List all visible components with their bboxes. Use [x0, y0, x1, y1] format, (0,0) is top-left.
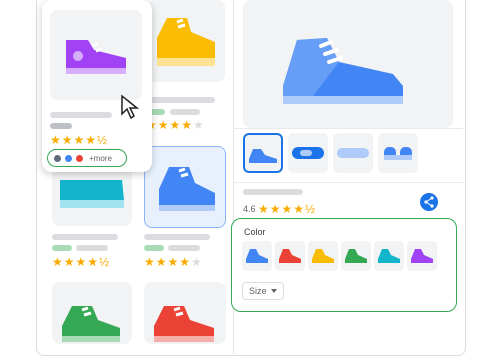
color-option-teal[interactable] — [374, 241, 404, 271]
size-label: Size — [249, 286, 267, 296]
thumbnail-side-view[interactable] — [243, 133, 283, 173]
card-price-placeholder — [52, 245, 72, 251]
product-title-placeholder — [243, 189, 303, 195]
share-button[interactable] — [420, 193, 438, 211]
shoe-icon — [345, 249, 367, 263]
share-icon — [424, 196, 434, 208]
shoe-icon — [283, 38, 403, 104]
color-option-blue[interactable] — [242, 241, 272, 271]
swatch-gray[interactable] — [54, 154, 61, 162]
shoe-icon — [60, 180, 124, 208]
rating-stars: ★★★★★ — [146, 118, 205, 132]
card-title-placeholder — [52, 234, 118, 240]
chevron-down-icon — [271, 289, 277, 293]
thumbnail-sole-view[interactable] — [333, 133, 373, 173]
card-subtitle-placeholder — [170, 109, 200, 115]
shoe-icon — [384, 147, 412, 160]
color-option-yellow[interactable] — [308, 241, 338, 271]
thumbnail-back-view[interactable] — [378, 133, 418, 173]
color-option-purple[interactable] — [407, 241, 437, 271]
card-price-placeholder — [144, 245, 164, 251]
shoe-icon — [159, 167, 215, 211]
card-title-placeholder — [144, 234, 210, 240]
card-title-placeholder — [147, 97, 215, 103]
shoe-icon — [279, 249, 301, 263]
product-card-yellow[interactable] — [147, 0, 225, 82]
product-card-teal[interactable] — [52, 170, 132, 226]
color-selection-panel: Color Size — [231, 218, 457, 312]
shoe-icon — [411, 249, 433, 263]
color-swatch-pill[interactable]: +more — [47, 149, 127, 167]
thumbnail-top-view[interactable] — [288, 133, 328, 173]
color-option-green[interactable] — [341, 241, 371, 271]
shoe-icon — [292, 147, 324, 159]
swatch-blue[interactable] — [65, 154, 72, 162]
shoe-icon — [337, 148, 369, 158]
product-image-purple — [50, 10, 142, 100]
size-dropdown[interactable]: Size — [242, 282, 284, 300]
shoe-icon — [249, 149, 277, 163]
section-divider — [233, 128, 463, 129]
product-card-green[interactable] — [52, 282, 132, 344]
rating-value: 4.6 — [243, 204, 256, 214]
shoe-icon — [312, 249, 334, 263]
hovered-product-card[interactable]: ★★★★½ — [42, 0, 152, 172]
color-option-red[interactable] — [275, 241, 305, 271]
card-subtitle-placeholder — [76, 245, 108, 251]
shoe-icon — [154, 306, 214, 342]
swatch-red[interactable] — [76, 154, 83, 162]
more-colors-label[interactable]: +more — [89, 154, 112, 163]
shoe-icon — [66, 40, 126, 74]
mouse-cursor-icon — [121, 94, 140, 120]
card-price-placeholder — [50, 123, 72, 129]
card-title-placeholder — [50, 112, 112, 118]
section-divider — [233, 182, 463, 183]
rating-stars: ★★★★★ — [144, 255, 203, 269]
shoe-icon — [378, 249, 400, 263]
shoe-icon — [157, 18, 215, 66]
rating-stars: ★★★★½ — [50, 133, 109, 147]
shoe-icon — [62, 306, 120, 342]
product-hero-image — [243, 0, 453, 128]
product-card-red[interactable] — [144, 282, 226, 344]
rating-stars: ★★★★½ — [258, 202, 317, 216]
product-card-blue-selected[interactable] — [144, 146, 226, 228]
color-label: Color — [244, 227, 266, 237]
shoe-icon — [246, 249, 268, 263]
rating-stars: ★★★★½ — [52, 255, 111, 269]
card-subtitle-placeholder — [168, 245, 200, 251]
